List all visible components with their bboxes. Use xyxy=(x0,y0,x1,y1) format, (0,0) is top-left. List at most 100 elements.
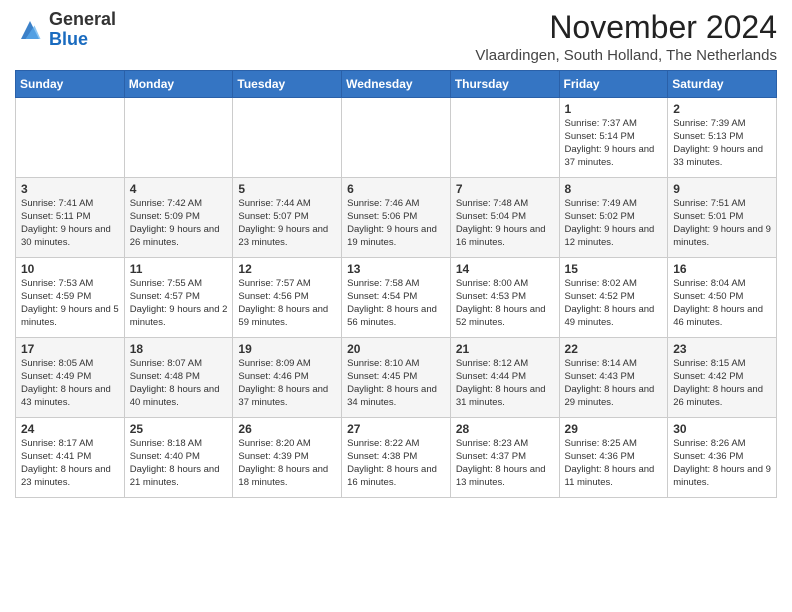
calendar-cell: 17Sunrise: 8:05 AM Sunset: 4:49 PM Dayli… xyxy=(16,338,125,418)
month-title: November 2024 xyxy=(475,10,777,45)
calendar-cell: 24 Sunrise: 8:17 AM Sunset: 4:41 PM Dayli… xyxy=(16,418,125,498)
logo: General Blue xyxy=(15,10,116,50)
day-number: 8 xyxy=(565,182,663,196)
day-info: Sunrise: 7:53 AM Sunset: 4:59 PM Dayligh… xyxy=(21,278,119,329)
day-number: 14 xyxy=(456,262,554,276)
day-info: Sunrise: 8:22 AM Sunset: 4:38 PM Dayligh… xyxy=(347,438,445,489)
calendar-body: 1Sunrise: 7:37 AM Sunset: 5:14 PM Daylig… xyxy=(16,98,777,498)
day-number: 20 xyxy=(347,342,445,356)
calendar-cell xyxy=(342,98,451,178)
day-number: 6 xyxy=(347,182,445,196)
day-number: 9 xyxy=(673,182,771,196)
calendar-cell: 22 Sunrise: 8:14 AM Sunset: 4:43 PM Dayli… xyxy=(559,338,668,418)
calendar-cell: 19 Sunrise: 8:09 AM Sunset: 4:46 PM Dayli… xyxy=(233,338,342,418)
calendar-cell: 1Sunrise: 7:37 AM Sunset: 5:14 PM Daylig… xyxy=(559,98,668,178)
day-info: Sunrise: 8:10 AM Sunset: 4:45 PM Dayligh… xyxy=(347,358,445,409)
calendar-cell: 8 Sunrise: 7:49 AM Sunset: 5:02 PM Daylig… xyxy=(559,178,668,258)
day-number: 27 xyxy=(347,422,445,436)
calendar-week: 17Sunrise: 8:05 AM Sunset: 4:49 PM Dayli… xyxy=(16,338,777,418)
day-info: Sunrise: 8:14 AM Sunset: 4:43 PM Dayligh… xyxy=(565,358,663,409)
day-info: Sunrise: 8:15 AM Sunset: 4:42 PM Dayligh… xyxy=(673,358,771,409)
weekday-header: Friday xyxy=(559,71,668,98)
day-info: Sunrise: 7:49 AM Sunset: 5:02 PM Dayligh… xyxy=(565,198,663,249)
day-number: 17 xyxy=(21,342,119,356)
day-number: 10 xyxy=(21,262,119,276)
day-info: Sunrise: 7:48 AM Sunset: 5:04 PM Dayligh… xyxy=(456,198,554,249)
calendar-week: 10 Sunrise: 7:53 AM Sunset: 4:59 PM Dayli… xyxy=(16,258,777,338)
weekday-header: Tuesday xyxy=(233,71,342,98)
calendar-cell: 15 Sunrise: 8:02 AM Sunset: 4:52 PM Dayli… xyxy=(559,258,668,338)
calendar: SundayMondayTuesdayWednesdayThursdayFrid… xyxy=(15,70,777,498)
logo-general: General xyxy=(49,9,116,29)
day-number: 18 xyxy=(130,342,228,356)
day-info: Sunrise: 8:09 AM Sunset: 4:46 PM Dayligh… xyxy=(238,358,336,409)
calendar-cell: 29 Sunrise: 8:25 AM Sunset: 4:36 PM Dayli… xyxy=(559,418,668,498)
calendar-cell: 7 Sunrise: 7:48 AM Sunset: 5:04 PM Daylig… xyxy=(450,178,559,258)
day-number: 16 xyxy=(673,262,771,276)
calendar-cell: 23Sunrise: 8:15 AM Sunset: 4:42 PM Dayli… xyxy=(668,338,777,418)
day-info: Sunrise: 7:57 AM Sunset: 4:56 PM Dayligh… xyxy=(238,278,336,329)
calendar-header: SundayMondayTuesdayWednesdayThursdayFrid… xyxy=(16,71,777,98)
day-info: Sunrise: 8:17 AM Sunset: 4:41 PM Dayligh… xyxy=(21,438,119,489)
day-info: Sunrise: 8:02 AM Sunset: 4:52 PM Dayligh… xyxy=(565,278,663,329)
day-info: Sunrise: 7:42 AM Sunset: 5:09 PM Dayligh… xyxy=(130,198,228,249)
title-block: November 2024 Vlaardingen, South Holland… xyxy=(475,10,777,64)
calendar-cell: 27 Sunrise: 8:22 AM Sunset: 4:38 PM Dayli… xyxy=(342,418,451,498)
calendar-cell: 12 Sunrise: 7:57 AM Sunset: 4:56 PM Dayli… xyxy=(233,258,342,338)
day-info: Sunrise: 8:20 AM Sunset: 4:39 PM Dayligh… xyxy=(238,438,336,489)
day-info: Sunrise: 8:04 AM Sunset: 4:50 PM Dayligh… xyxy=(673,278,771,329)
day-info: Sunrise: 7:58 AM Sunset: 4:54 PM Dayligh… xyxy=(347,278,445,329)
logo-text: General Blue xyxy=(49,10,116,50)
day-number: 19 xyxy=(238,342,336,356)
logo-blue: Blue xyxy=(49,29,88,49)
calendar-cell: 6 Sunrise: 7:46 AM Sunset: 5:06 PM Daylig… xyxy=(342,178,451,258)
calendar-cell xyxy=(233,98,342,178)
day-number: 24 xyxy=(21,422,119,436)
weekday-header: Sunday xyxy=(16,71,125,98)
day-info: Sunrise: 7:41 AM Sunset: 5:11 PM Dayligh… xyxy=(21,198,119,249)
calendar-cell: 30Sunrise: 8:26 AM Sunset: 4:36 PM Dayli… xyxy=(668,418,777,498)
day-info: Sunrise: 8:23 AM Sunset: 4:37 PM Dayligh… xyxy=(456,438,554,489)
calendar-cell: 14 Sunrise: 8:00 AM Sunset: 4:53 PM Dayli… xyxy=(450,258,559,338)
calendar-cell: 9 Sunrise: 7:51 AM Sunset: 5:01 PM Daylig… xyxy=(668,178,777,258)
day-number: 2 xyxy=(673,102,771,116)
calendar-cell: 4Sunrise: 7:42 AM Sunset: 5:09 PM Daylig… xyxy=(124,178,233,258)
day-number: 13 xyxy=(347,262,445,276)
logo-icon xyxy=(15,15,45,45)
weekday-header: Monday xyxy=(124,71,233,98)
day-number: 28 xyxy=(456,422,554,436)
calendar-week: 24 Sunrise: 8:17 AM Sunset: 4:41 PM Dayli… xyxy=(16,418,777,498)
day-number: 3 xyxy=(21,182,119,196)
weekday-header: Thursday xyxy=(450,71,559,98)
day-number: 15 xyxy=(565,262,663,276)
day-number: 5 xyxy=(238,182,336,196)
calendar-cell: 28 Sunrise: 8:23 AM Sunset: 4:37 PM Dayli… xyxy=(450,418,559,498)
day-number: 22 xyxy=(565,342,663,356)
day-info: Sunrise: 7:46 AM Sunset: 5:06 PM Dayligh… xyxy=(347,198,445,249)
day-info: Sunrise: 8:12 AM Sunset: 4:44 PM Dayligh… xyxy=(456,358,554,409)
calendar-cell xyxy=(124,98,233,178)
day-number: 11 xyxy=(130,262,228,276)
day-info: Sunrise: 8:18 AM Sunset: 4:40 PM Dayligh… xyxy=(130,438,228,489)
day-number: 7 xyxy=(456,182,554,196)
calendar-cell: 11Sunrise: 7:55 AM Sunset: 4:57 PM Dayli… xyxy=(124,258,233,338)
day-info: Sunrise: 8:00 AM Sunset: 4:53 PM Dayligh… xyxy=(456,278,554,329)
calendar-cell: 3 Sunrise: 7:41 AM Sunset: 5:11 PM Daylig… xyxy=(16,178,125,258)
calendar-cell: 5 Sunrise: 7:44 AM Sunset: 5:07 PM Daylig… xyxy=(233,178,342,258)
day-number: 12 xyxy=(238,262,336,276)
day-info: Sunrise: 8:26 AM Sunset: 4:36 PM Dayligh… xyxy=(673,438,771,489)
day-number: 21 xyxy=(456,342,554,356)
calendar-cell: 21 Sunrise: 8:12 AM Sunset: 4:44 PM Dayli… xyxy=(450,338,559,418)
day-info: Sunrise: 8:25 AM Sunset: 4:36 PM Dayligh… xyxy=(565,438,663,489)
day-number: 25 xyxy=(130,422,228,436)
header: General Blue November 2024 Vlaardingen, … xyxy=(15,10,777,64)
day-number: 1 xyxy=(565,102,663,116)
day-number: 29 xyxy=(565,422,663,436)
day-info: Sunrise: 7:51 AM Sunset: 5:01 PM Dayligh… xyxy=(673,198,771,249)
calendar-cell: 18 Sunrise: 8:07 AM Sunset: 4:48 PM Dayli… xyxy=(124,338,233,418)
calendar-cell: 2Sunrise: 7:39 AM Sunset: 5:13 PM Daylig… xyxy=(668,98,777,178)
calendar-cell xyxy=(16,98,125,178)
location: Vlaardingen, South Holland, The Netherla… xyxy=(475,47,777,64)
day-info: Sunrise: 8:07 AM Sunset: 4:48 PM Dayligh… xyxy=(130,358,228,409)
day-info: Sunrise: 7:44 AM Sunset: 5:07 PM Dayligh… xyxy=(238,198,336,249)
